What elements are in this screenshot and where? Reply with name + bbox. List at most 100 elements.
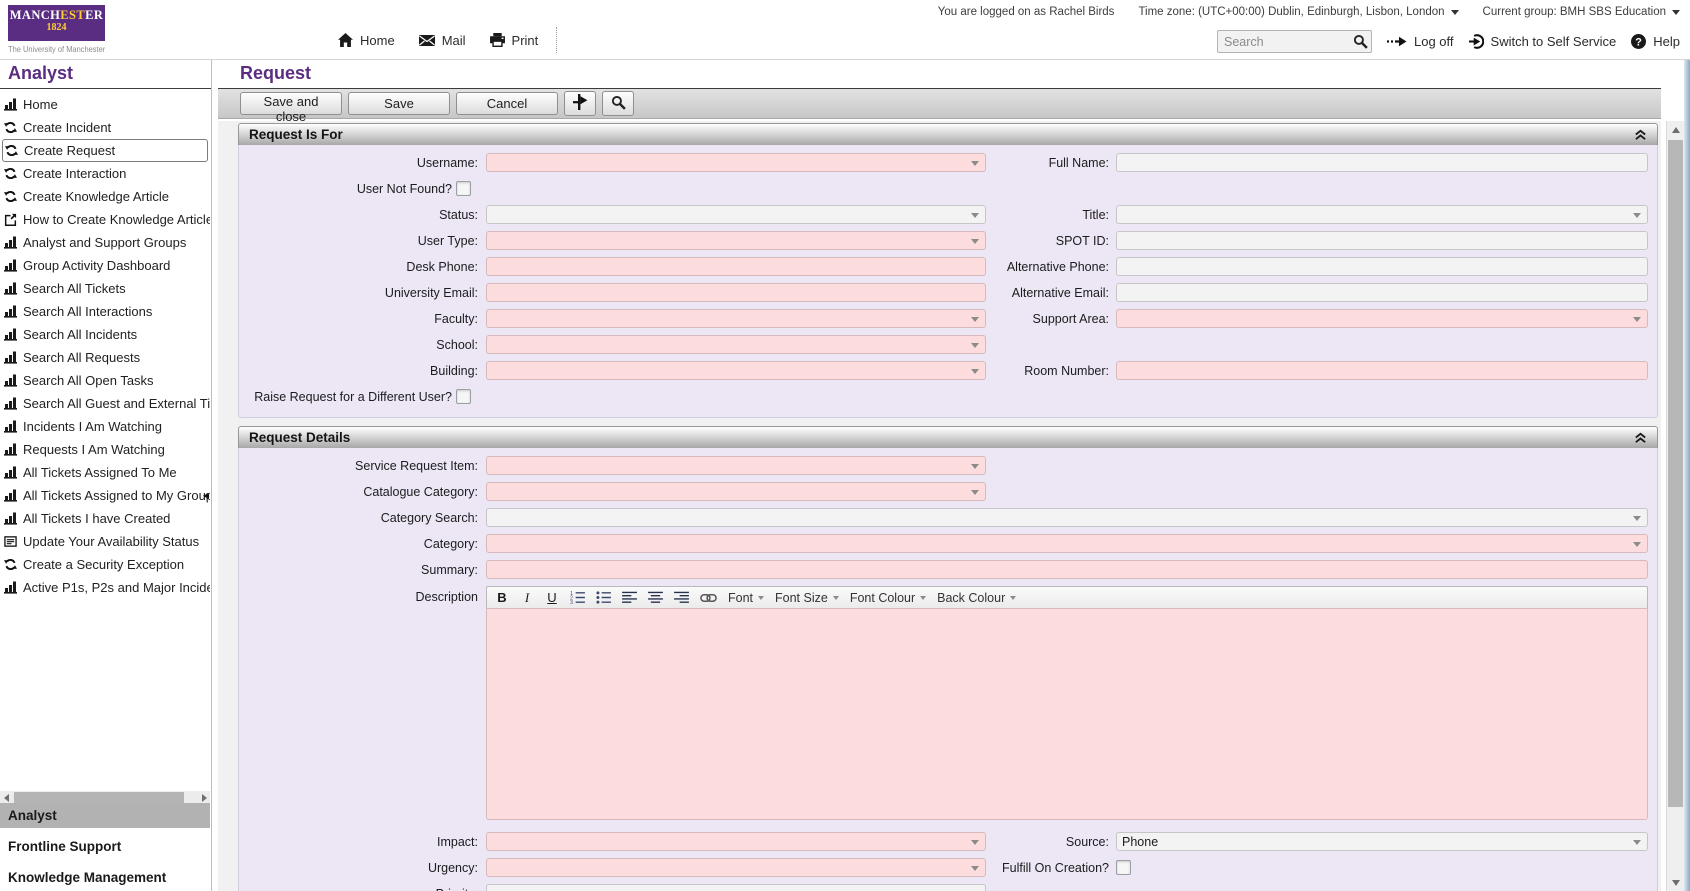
sidebar-item-search-all-guest-and-external-ticke[interactable]: Search All Guest and External Ticke (0, 392, 210, 415)
summary-input[interactable] (486, 560, 1648, 579)
sidebar-group-knowledge-management[interactable]: Knowledge Management (0, 865, 210, 890)
chart-icon (4, 397, 17, 410)
status-row: You are logged on as Rachel Birds Time z… (938, 6, 1680, 18)
back-colour-menu[interactable]: Back Colour (937, 590, 1017, 605)
sidebar-item-create-knowledge-article[interactable]: Create Knowledge Article (0, 185, 210, 208)
service-request-item-label: Service Request Item: (355, 458, 478, 473)
italic-button[interactable]: I (520, 590, 534, 606)
dropdown-arrow-icon (758, 595, 765, 600)
align-left-button[interactable] (622, 591, 637, 604)
sidebar-item-search-all-open-tasks[interactable]: Search All Open Tasks (0, 369, 210, 392)
editor-toolbar: B I U 1 2 3 Font Font Size Font Colour Back Colou… (486, 586, 1648, 608)
bold-button[interactable]: B (495, 590, 509, 605)
urgency-dropdown[interactable] (486, 858, 986, 877)
source-dropdown[interactable]: Phone (1116, 832, 1648, 851)
full-name-input[interactable] (1116, 153, 1648, 172)
sidebar-item-active-p1s-p2s-and-major-incident[interactable]: Active P1s, P2s and Major Incident (0, 576, 210, 599)
building-dropdown[interactable] (486, 361, 986, 380)
font-menu[interactable]: Font (728, 591, 765, 605)
save-and-close-button[interactable]: Save and close (240, 92, 342, 124)
sidebar-group-analyst[interactable]: Analyst (0, 803, 210, 828)
switch-to-self-service-button[interactable]: Switch to Self Service (1468, 34, 1616, 49)
description-editor-area[interactable] (486, 608, 1648, 820)
bullet-list-button[interactable] (596, 591, 611, 604)
font-colour-menu[interactable]: Font Colour (850, 591, 927, 605)
sidebar-item-requests-i-am-watching[interactable]: Requests I Am Watching (0, 438, 210, 461)
status-dropdown[interactable] (486, 205, 986, 224)
title-dropdown[interactable] (1116, 205, 1648, 224)
collapse-section-icon[interactable] (1634, 129, 1647, 141)
collapse-section-icon[interactable] (1634, 432, 1647, 444)
faculty-dropdown[interactable] (486, 309, 986, 328)
sidebar-item-all-tickets-i-have-created[interactable]: All Tickets I have Created (0, 507, 210, 530)
sidebar-item-home[interactable]: Home (0, 93, 210, 116)
timezone-selector[interactable]: Time zone: (UTC+00:00) Dublin, Edinburgh… (1138, 6, 1459, 18)
category-search-dropdown[interactable] (486, 508, 1648, 527)
mail-link[interactable]: Mail (418, 33, 466, 48)
search-input[interactable] (1217, 30, 1372, 53)
support-area-dropdown[interactable] (1116, 309, 1648, 328)
sidebar-item-create-a-security-exception[interactable]: Create a Security Exception (0, 553, 210, 576)
raise-request-for-a-different-user-checkbox[interactable] (456, 389, 471, 404)
vertical-scrollbar[interactable] (1666, 121, 1684, 891)
sidebar-item-incidents-i-am-watching[interactable]: Incidents I Am Watching (0, 415, 210, 438)
current-group-selector[interactable]: Current group: BMH SBS Education (1483, 6, 1680, 18)
process-flag-button[interactable] (564, 91, 596, 116)
sidebar-item-search-all-requests[interactable]: Search All Requests (0, 346, 210, 369)
font-size-menu[interactable]: Font Size (775, 591, 839, 605)
sidebar-item-group-activity-dashboard[interactable]: Group Activity Dashboard (0, 254, 210, 277)
sidebar-item-create-incident[interactable]: Create Incident (0, 116, 210, 139)
sidebar-item-all-tickets-assigned-to-my-groups[interactable]: All Tickets Assigned to My Groups ◀ (0, 484, 210, 507)
sidebar-item-analyst-and-support-groups[interactable]: Analyst and Support Groups (0, 231, 210, 254)
home-link[interactable]: Home (338, 33, 395, 48)
log-off-button[interactable]: Log off (1387, 34, 1454, 49)
sidebar-item-all-tickets-assigned-to-me[interactable]: All Tickets Assigned To Me (0, 461, 210, 484)
numbered-list-button[interactable]: 123 (570, 591, 585, 604)
category-dropdown[interactable] (486, 534, 1648, 553)
sidebar-group-frontline-support[interactable]: Frontline Support (0, 834, 210, 859)
user-not-found-checkbox[interactable] (456, 181, 471, 196)
dropdown-arrow-icon (1010, 595, 1017, 600)
university-email-input[interactable] (486, 283, 986, 302)
section-header: Request Details (238, 426, 1658, 448)
cancel-button[interactable]: Cancel (456, 92, 558, 115)
dropdown-arrow-icon (1633, 317, 1641, 322)
room-number-input[interactable] (1116, 361, 1648, 380)
chart-icon (4, 443, 17, 456)
search-icon[interactable] (1353, 34, 1368, 52)
print-link[interactable]: Print (489, 33, 538, 48)
sidebar-item-search-all-interactions[interactable]: Search All Interactions (0, 300, 210, 323)
back-colour-label: Back Colour (937, 590, 1006, 605)
desk-phone-input[interactable] (486, 257, 986, 276)
chart-icon (4, 305, 17, 318)
link-button[interactable] (700, 593, 717, 603)
sidebar-item-search-all-incidents[interactable]: Search All Incidents (0, 323, 210, 346)
alternative-phone-input[interactable] (1116, 257, 1648, 276)
fulfill-on-creation-checkbox[interactable] (1116, 860, 1131, 875)
school-dropdown[interactable] (486, 335, 986, 354)
save-button[interactable]: Save (348, 92, 450, 115)
impact-dropdown[interactable] (486, 832, 986, 851)
user-type-dropdown[interactable] (486, 231, 986, 250)
search-button[interactable] (602, 91, 634, 116)
scroll-down-icon[interactable] (1667, 874, 1684, 891)
username-dropdown[interactable] (486, 153, 986, 172)
align-center-button[interactable] (648, 591, 663, 604)
service-request-item-dropdown[interactable] (486, 456, 986, 475)
vscroll-thumb[interactable] (1668, 140, 1683, 807)
sidebar-item-search-all-tickets[interactable]: Search All Tickets (0, 277, 210, 300)
priority-dropdown[interactable] (486, 884, 986, 891)
underline-button[interactable]: U (545, 590, 559, 605)
scroll-up-icon[interactable] (1667, 121, 1684, 138)
sidebar-item-create-interaction[interactable]: Create Interaction (0, 162, 210, 185)
align-right-button[interactable] (674, 591, 689, 604)
sidebar-item-how-to-create-knowledge-articles[interactable]: How to Create Knowledge Articles (0, 208, 210, 231)
spot-id-input[interactable] (1116, 231, 1648, 250)
sidebar-item-label: Group Activity Dashboard (23, 258, 171, 273)
catalogue-category-dropdown[interactable] (486, 482, 986, 501)
help-button[interactable]: ? Help (1631, 34, 1680, 49)
sidebar-item-update-your-availability-status[interactable]: Update Your Availability Status (0, 530, 210, 553)
alternative-email-input[interactable] (1116, 283, 1648, 302)
sidebar-item-create-request[interactable]: Create Request (2, 139, 208, 162)
dropdown-arrow-icon (971, 161, 979, 166)
